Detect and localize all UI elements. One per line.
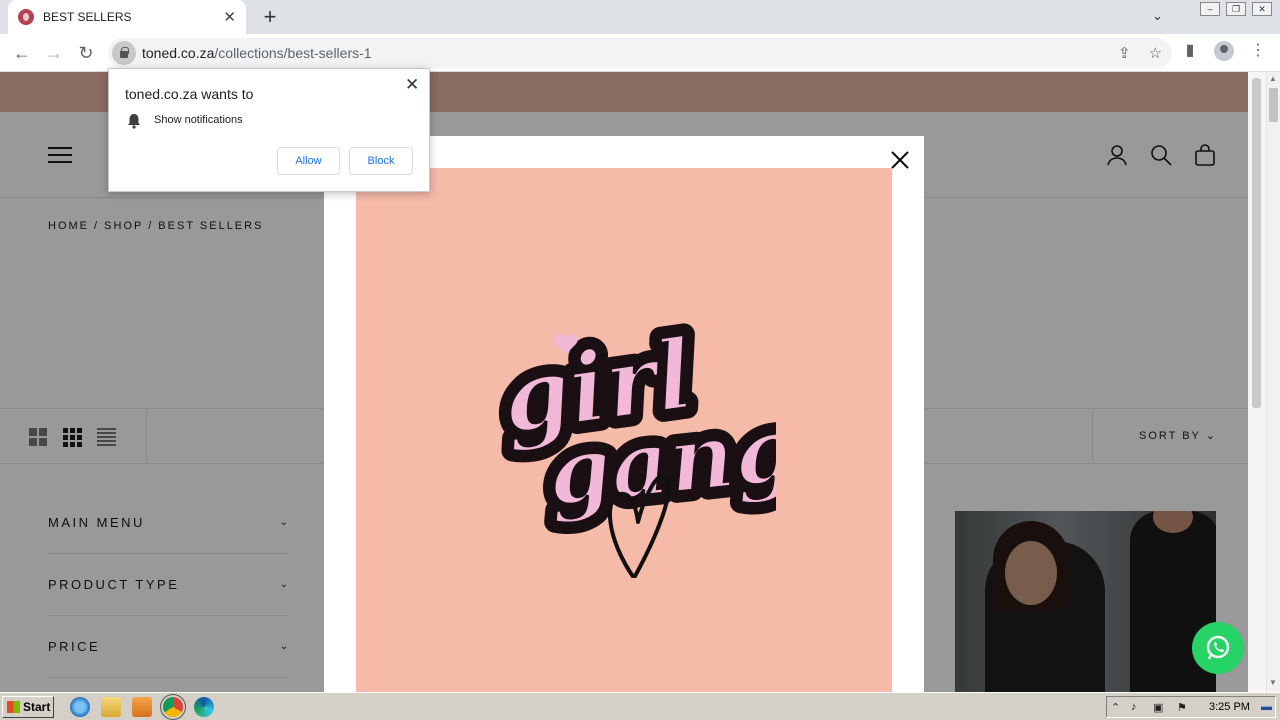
toolbar-right: ▮ ⋮ bbox=[1180, 41, 1268, 61]
tab-close-icon[interactable]: ✕ bbox=[223, 8, 236, 26]
file-explorer-icon[interactable] bbox=[101, 697, 121, 717]
window-controls: – ❐ ✕ bbox=[1200, 2, 1272, 16]
whatsapp-chat-button[interactable] bbox=[1192, 622, 1244, 674]
prompt-close-icon[interactable]: ✕ bbox=[405, 75, 419, 95]
restore-button[interactable]: ❐ bbox=[1226, 2, 1246, 16]
browser-scrollbar[interactable]: ▲ ▼ bbox=[1266, 72, 1280, 692]
profile-avatar-icon[interactable] bbox=[1214, 41, 1234, 61]
system-tray: ⌃ ♪ ▣ ⚑ 3:25 PM ▬ bbox=[1106, 696, 1276, 718]
windows-taskbar: Start ⌃ ♪ ▣ ⚑ 3:25 PM ▬ bbox=[0, 692, 1280, 720]
quick-launch bbox=[70, 697, 214, 717]
tab-search-chevron-icon[interactable]: ⌄ bbox=[1152, 8, 1163, 24]
tab-best-sellers[interactable]: BEST SELLERS ✕ bbox=[8, 0, 246, 34]
internet-explorer-icon[interactable] bbox=[70, 697, 90, 717]
window-close-button[interactable]: ✕ bbox=[1252, 2, 1272, 16]
block-button[interactable]: Block bbox=[349, 147, 413, 175]
girl-gang-logo: girl girl gang gang bbox=[486, 306, 776, 578]
media-player-icon[interactable] bbox=[132, 697, 152, 717]
scroll-thumb[interactable] bbox=[1252, 78, 1261, 408]
reload-icon[interactable]: ↻ bbox=[74, 41, 98, 65]
chrome-icon[interactable] bbox=[163, 697, 183, 717]
url-path: /collections/best-sellers-1 bbox=[214, 45, 372, 61]
newsletter-popup: girl girl gang gang bbox=[324, 136, 924, 692]
prompt-permission-text: Show notifications bbox=[154, 114, 243, 126]
bookmark-star-icon[interactable]: ☆ bbox=[1149, 44, 1162, 62]
browser-tab-strip: BEST SELLERS ✕ + ⌄ – ❐ ✕ bbox=[0, 0, 1280, 34]
address-bar[interactable]: toned.co.za/collections/best-sellers-1 bbox=[108, 38, 1172, 68]
page-scrollbar[interactable] bbox=[1248, 72, 1266, 692]
share-icon[interactable]: ⇪ bbox=[1118, 44, 1131, 62]
edge-icon[interactable] bbox=[194, 697, 214, 717]
address-bar-actions: ⇪ ☆ bbox=[1118, 44, 1162, 62]
scroll-thumb[interactable] bbox=[1269, 88, 1278, 122]
windows-logo-icon bbox=[7, 701, 20, 713]
show-desktop-icon[interactable]: ▬ bbox=[1261, 701, 1275, 714]
notification-permission-prompt: toned.co.za wants to ✕ Show notification… bbox=[108, 68, 430, 192]
scroll-down-icon[interactable]: ▼ bbox=[1269, 678, 1277, 687]
back-arrow-icon[interactable]: ← bbox=[10, 41, 34, 65]
whatsapp-icon bbox=[1206, 635, 1230, 660]
start-button[interactable]: Start bbox=[2, 696, 54, 718]
browser-toolbar: ← → ↻ toned.co.za/collections/best-selle… bbox=[0, 34, 1280, 72]
site-favicon-icon bbox=[18, 9, 34, 25]
prompt-title: toned.co.za wants to bbox=[125, 86, 254, 102]
lock-icon[interactable] bbox=[112, 41, 136, 65]
minimize-button[interactable]: – bbox=[1200, 2, 1220, 16]
new-tab-button[interactable]: + bbox=[258, 4, 282, 30]
start-label: Start bbox=[23, 700, 51, 714]
scroll-up-icon[interactable]: ▲ bbox=[1269, 74, 1277, 83]
girl-gang-promo-image: girl girl gang gang bbox=[356, 168, 892, 692]
anyrun-watermark: ANY RUN bbox=[1038, 684, 1245, 692]
url-host: toned.co.za bbox=[142, 45, 215, 61]
volume-icon[interactable]: ♪ bbox=[1131, 701, 1145, 714]
network-icon[interactable]: ▣ bbox=[1153, 701, 1167, 714]
flag-icon[interactable]: ⚑ bbox=[1177, 701, 1191, 714]
tray-expand-icon[interactable]: ⌃ bbox=[1111, 701, 1125, 714]
browser-menu-icon[interactable]: ⋮ bbox=[1248, 41, 1268, 61]
forward-arrow-icon[interactable]: → bbox=[42, 41, 66, 65]
allow-button[interactable]: Allow bbox=[277, 147, 340, 175]
bell-icon bbox=[128, 114, 140, 129]
clock: 3:25 PM bbox=[1209, 701, 1250, 713]
side-panel-icon[interactable]: ▮ bbox=[1180, 41, 1200, 61]
tab-title: BEST SELLERS bbox=[43, 10, 132, 24]
